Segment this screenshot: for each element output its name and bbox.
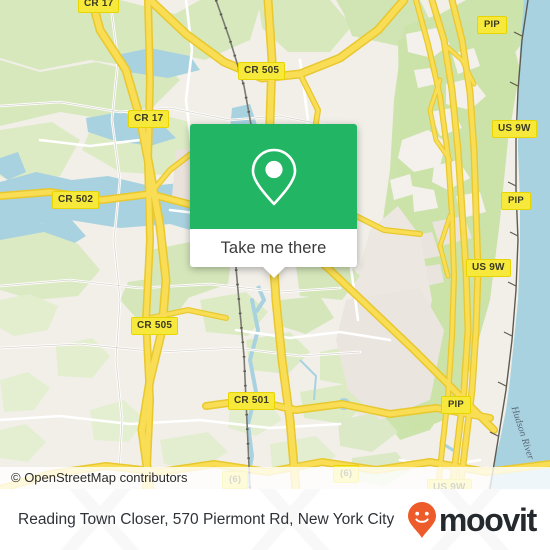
map-attribution[interactable]: © OpenStreetMap contributors: [0, 467, 550, 489]
map-callout-card[interactable]: Take me there: [190, 124, 357, 278]
map-pin-icon: [251, 148, 296, 205]
road-shield: US 9W: [492, 120, 537, 138]
moovit-pin-smiley-icon: [407, 501, 436, 538]
callout-icon-panel: [190, 124, 357, 229]
road-shield: PIP: [501, 192, 531, 210]
place-title: Reading Town Closer, 570 Piermont Rd, Ne…: [18, 511, 395, 528]
footer-bar: Reading Town Closer, 570 Piermont Rd, Ne…: [0, 489, 550, 550]
road-shield: CR 502: [52, 191, 100, 209]
road-shield: CR 505: [131, 317, 179, 335]
take-me-there-button[interactable]: Take me there: [221, 239, 327, 258]
moovit-logo[interactable]: moovit: [407, 501, 537, 539]
moovit-map-screenshot: CR 17 CR 505 CR 17 CR 502 CR 505 CR 501 …: [0, 0, 550, 550]
road-shield: CR 501: [228, 392, 276, 410]
moovit-wordmark: moovit: [438, 501, 537, 538]
road-shield: CR 505: [238, 62, 286, 80]
callout-action-panel[interactable]: Take me there: [190, 229, 357, 278]
callout-tail: [261, 266, 286, 278]
road-shield: PIP: [477, 16, 507, 34]
road-shield: US 9W: [466, 259, 511, 277]
road-shield: CR 17: [128, 110, 170, 128]
road-shield: PIP: [441, 396, 471, 414]
road-shield: CR 17: [78, 0, 120, 13]
